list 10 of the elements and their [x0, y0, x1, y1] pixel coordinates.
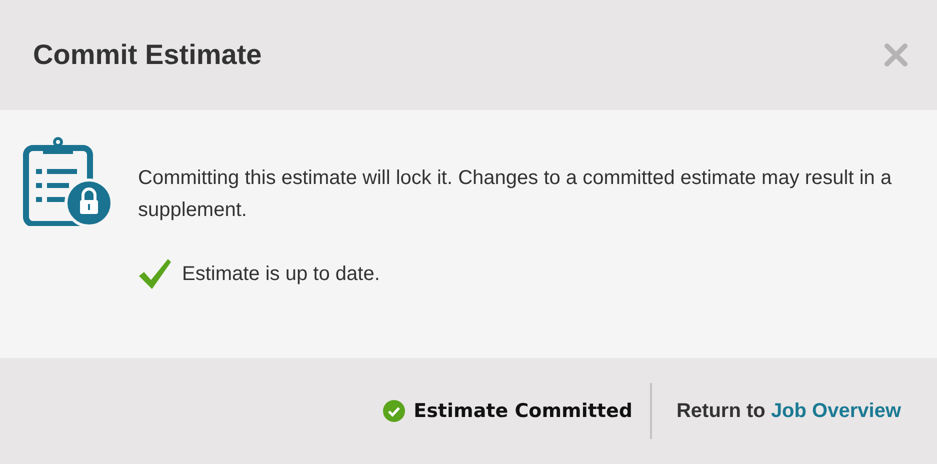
clipboard-lock-icon: [23, 136, 113, 226]
return-text: Return to Job Overview: [675, 400, 901, 422]
committed-label: Estimate Committed: [414, 400, 632, 422]
status-text: Estimate is up to date.: [182, 262, 380, 286]
checkmark-icon: [138, 258, 172, 290]
check-circle-icon: [382, 400, 405, 422]
job-overview-link[interactable]: Job Overview: [770, 400, 901, 422]
close-icon: [884, 43, 908, 67]
dialog-title: Commit Estimate: [33, 39, 262, 71]
commit-warning-message: Committing this estimate will lock it. Changes to a committed estimate may result in a supplement.: [138, 166, 893, 223]
